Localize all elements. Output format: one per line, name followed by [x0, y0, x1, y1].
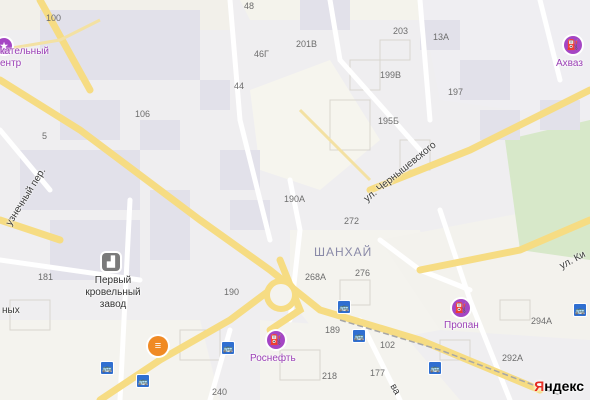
roofing-plant-label[interactable]: Первый кровельный завод — [78, 275, 148, 311]
yandex-logo: Яндекс — [534, 378, 584, 394]
bus-stop-icon[interactable]: 🚌 — [337, 300, 351, 314]
bus-stop-icon[interactable]: 🚌 — [136, 374, 150, 388]
house-number: 203 — [393, 26, 409, 36]
ahvaz-label[interactable]: Ахваз — [556, 58, 583, 70]
house-number: 13А — [433, 32, 450, 42]
house-number: 189 — [325, 325, 341, 335]
house-number: 102 — [380, 340, 396, 350]
house-number: 199В — [380, 70, 402, 80]
house-number: 181 — [38, 272, 54, 282]
house-number: 276 — [355, 268, 371, 278]
factory-icon: ▟ — [107, 256, 115, 268]
bus-stop-icon[interactable]: 🚌 — [352, 329, 366, 343]
bus-stop-icon[interactable]: 🚌 — [428, 361, 442, 375]
street-label-partial-nykh: ных — [2, 305, 20, 316]
factory-marker[interactable]: ▟ — [102, 253, 120, 271]
fuel-pump-icon: ⛽ — [269, 334, 283, 346]
fuel-pump-icon: ⛽ — [566, 39, 580, 51]
gas-station-marker[interactable]: ⛽ — [564, 36, 582, 54]
map-canvas[interactable]: 100 48 201В 46Г 44 203 13А 199В 197 106 … — [0, 0, 590, 400]
rosneft-marker[interactable]: ⛽ — [267, 331, 285, 349]
burger-icon: ≡ — [154, 340, 162, 352]
bus-stop-icon[interactable]: 🚌 — [221, 341, 235, 355]
house-number: 190А — [284, 194, 306, 204]
house-number: 197 — [448, 87, 464, 97]
house-number: 292А — [502, 353, 524, 363]
house-number: 195Б — [378, 116, 399, 126]
house-number: 201В — [296, 39, 318, 49]
bus-stop-icon[interactable]: 🚌 — [100, 361, 114, 375]
propan-label[interactable]: Пропан — [444, 320, 479, 332]
house-number: 190 — [224, 287, 240, 297]
house-number: 48 — [244, 1, 255, 11]
entertainment-center-label[interactable]: кательный ентр — [0, 46, 49, 70]
house-number: 294А — [531, 316, 553, 326]
house-number: 106 — [135, 109, 151, 119]
district-label: ШАНХАЙ — [314, 245, 373, 259]
bus-stop-icon[interactable]: 🚌 — [573, 303, 587, 317]
house-number: 240 — [212, 387, 228, 397]
house-number: 218 — [322, 371, 338, 381]
fuel-pump-icon: ⛽ — [454, 302, 468, 314]
house-number: 100 — [46, 13, 62, 23]
house-number: 268А — [305, 272, 327, 282]
house-number: 272 — [344, 216, 360, 226]
propan-marker[interactable]: ⛽ — [452, 299, 470, 317]
house-number: 46Г — [254, 49, 269, 59]
house-number: 44 — [234, 81, 245, 91]
house-number: 5 — [42, 131, 48, 141]
house-number: 177 — [370, 368, 386, 378]
rosneft-label[interactable]: Роснефть — [250, 353, 296, 365]
food-marker[interactable]: ≡ — [148, 336, 168, 356]
